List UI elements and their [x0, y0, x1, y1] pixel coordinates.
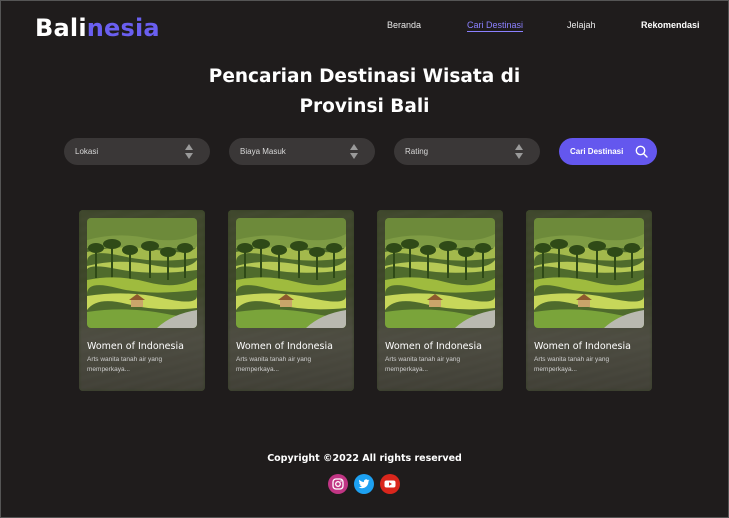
rating-select[interactable]: Rating	[394, 138, 540, 165]
price-select[interactable]: Biaya Masuk	[229, 138, 375, 165]
search-icon	[635, 145, 648, 158]
destination-card[interactable]: Women of Indonesia Arts wanita tanah air…	[526, 210, 652, 391]
destination-card[interactable]: Women of Indonesia Arts wanita tanah air…	[228, 210, 354, 391]
twitter-icon	[358, 479, 370, 489]
brand-part1: Bali	[35, 14, 87, 42]
destination-image	[385, 218, 495, 328]
search-button-label: Cari Destinasi	[570, 147, 624, 156]
destination-card[interactable]: Women of Indonesia Arts wanita tanah air…	[377, 210, 503, 391]
card-title: Women of Indonesia	[236, 341, 333, 352]
instagram-icon	[332, 478, 344, 490]
sort-arrows-icon	[515, 144, 523, 159]
card-title: Women of Indonesia	[87, 341, 184, 352]
sort-arrows-icon	[350, 144, 358, 159]
card-description: Arts wanita tanah air yang memperkaya...	[87, 356, 163, 373]
sort-arrows-icon	[185, 144, 193, 159]
card-title: Women of Indonesia	[534, 341, 631, 352]
destination-card[interactable]: Women of Indonesia Arts wanita tanah air…	[79, 210, 205, 391]
nav-cari-destinasi[interactable]: Cari Destinasi	[467, 20, 524, 32]
rating-select-label: Rating	[405, 147, 429, 156]
nav-jelajah[interactable]: Jelajah	[567, 20, 596, 30]
page-title-line2: Provinsi Bali	[299, 96, 430, 117]
card-title: Women of Indonesia	[385, 341, 482, 352]
destination-image	[87, 218, 197, 328]
search-destination-button[interactable]: Cari Destinasi	[559, 138, 657, 165]
copyright-text: Copyright ©2022 All rights reserved	[267, 453, 462, 464]
page-title-line1: Pencarian Destinasi Wisata di	[208, 66, 521, 87]
youtube-button[interactable]	[380, 474, 400, 494]
card-description: Arts wanita tanah air yang memperkaya...	[385, 356, 461, 373]
nav-beranda[interactable]: Beranda	[387, 20, 421, 30]
destination-image	[534, 218, 644, 328]
twitter-button[interactable]	[354, 474, 374, 494]
location-select-label: Lokasi	[75, 147, 99, 156]
nav-rekomendasi[interactable]: Rekomendasi	[641, 20, 700, 30]
destination-image	[236, 218, 346, 328]
youtube-icon	[384, 480, 396, 488]
card-description: Arts wanita tanah air yang memperkaya...	[236, 356, 312, 373]
page-title: Pencarian Destinasi Wisata di Provinsi B…	[0, 62, 729, 122]
brand-part2: nesia	[86, 14, 160, 42]
brand-logo[interactable]: Balinesia	[35, 14, 160, 42]
card-description: Arts wanita tanah air yang memperkaya...	[534, 356, 610, 373]
location-select[interactable]: Lokasi	[64, 138, 210, 165]
instagram-button[interactable]	[328, 474, 348, 494]
price-select-label: Biaya Masuk	[240, 147, 286, 156]
